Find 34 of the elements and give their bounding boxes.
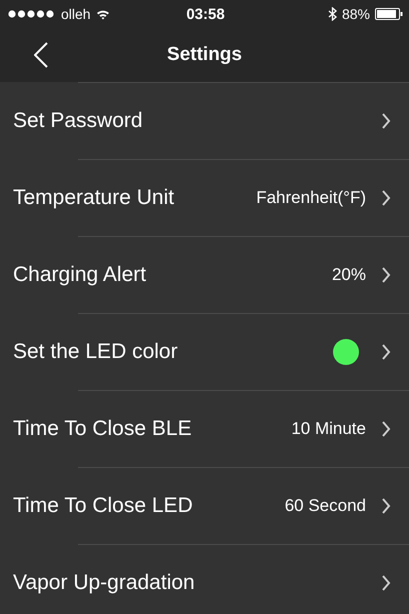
chevron-icon <box>381 112 391 128</box>
settings-row[interactable]: Temperature Unit Fahrenheit(°F) <box>0 159 409 236</box>
clock-time: 03:58 <box>186 6 225 22</box>
row-label: Vapor Up-gradation <box>13 570 196 594</box>
battery-icon <box>375 8 403 20</box>
chevron-icon <box>381 190 391 206</box>
settings-row[interactable]: Time To Close BLE 10 Minute <box>0 390 409 467</box>
row-value: Fahrenheit(°F) <box>256 188 366 208</box>
chevron-icon <box>381 266 391 282</box>
row-value: 20% <box>332 264 366 284</box>
settings-row[interactable]: Set Password <box>0 82 409 159</box>
row-label: Temperature Unit <box>13 186 176 210</box>
chevron-icon <box>381 344 391 360</box>
settings-row[interactable]: Time To Close LED 60 Second <box>0 467 409 544</box>
nav-title: Settings <box>167 44 242 66</box>
settings-row[interactable]: Set the LED color <box>0 313 409 390</box>
settings-row[interactable]: Charging Alert 20% <box>0 236 409 313</box>
settings-row[interactable]: Vapor Up-gradation <box>0 544 409 614</box>
row-label: Time To Close LED <box>13 494 194 518</box>
row-value: 10 Minute <box>291 418 366 438</box>
wifi-icon <box>96 8 110 20</box>
signal-icon <box>8 10 56 18</box>
row-label: Set the LED color <box>13 340 179 364</box>
carrier-name: olleh <box>61 6 91 22</box>
chevron-icon <box>381 420 391 436</box>
battery-percent: 88% <box>342 6 370 22</box>
row-label: Time To Close BLE <box>13 416 193 440</box>
bluetooth-icon <box>328 7 337 21</box>
row-label: Set Password <box>13 108 144 132</box>
chevron-icon <box>381 574 391 590</box>
row-value: 60 Second <box>284 496 366 516</box>
row-label: Charging Alert <box>13 262 148 286</box>
chevron-icon <box>381 498 391 514</box>
back-icon <box>34 42 48 68</box>
